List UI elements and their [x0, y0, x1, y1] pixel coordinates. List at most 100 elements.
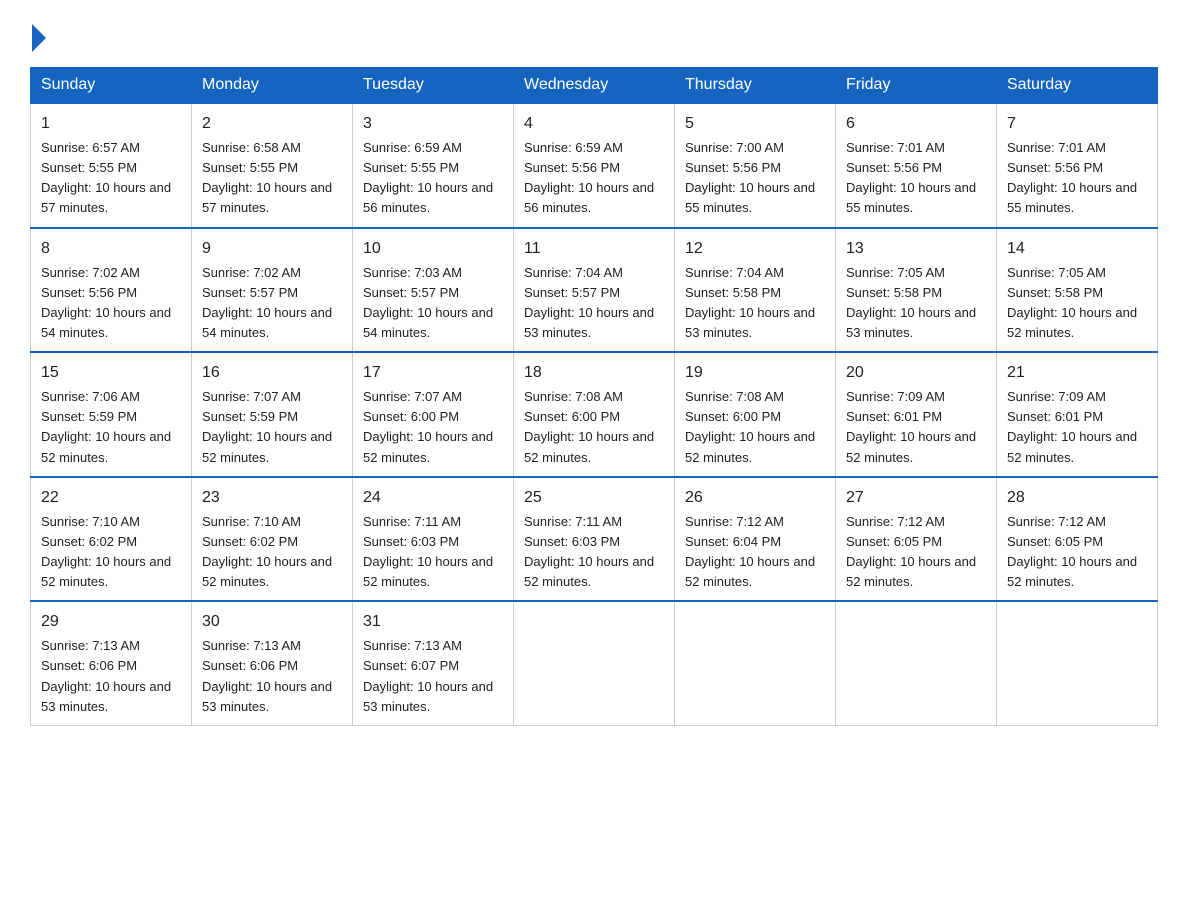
- day-info: Sunrise: 7:10 AMSunset: 6:02 PMDaylight:…: [202, 512, 342, 593]
- day-number: 5: [685, 112, 825, 136]
- day-info: Sunrise: 7:12 AMSunset: 6:05 PMDaylight:…: [846, 512, 986, 593]
- day-info: Sunrise: 7:07 AMSunset: 5:59 PMDaylight:…: [202, 387, 342, 468]
- day-info: Sunrise: 7:13 AMSunset: 6:06 PMDaylight:…: [41, 636, 181, 717]
- calendar-cell: 8Sunrise: 7:02 AMSunset: 5:56 PMDaylight…: [31, 228, 192, 353]
- calendar-cell: 5Sunrise: 7:00 AMSunset: 5:56 PMDaylight…: [675, 103, 836, 228]
- day-number: 28: [1007, 486, 1147, 510]
- day-number: 29: [41, 610, 181, 634]
- day-info: Sunrise: 7:05 AMSunset: 5:58 PMDaylight:…: [1007, 263, 1147, 344]
- day-info: Sunrise: 7:11 AMSunset: 6:03 PMDaylight:…: [524, 512, 664, 593]
- day-info: Sunrise: 7:13 AMSunset: 6:06 PMDaylight:…: [202, 636, 342, 717]
- calendar-week-row: 1Sunrise: 6:57 AMSunset: 5:55 PMDaylight…: [31, 103, 1158, 228]
- day-info: Sunrise: 7:13 AMSunset: 6:07 PMDaylight:…: [363, 636, 503, 717]
- calendar-week-row: 8Sunrise: 7:02 AMSunset: 5:56 PMDaylight…: [31, 228, 1158, 353]
- calendar-cell: 21Sunrise: 7:09 AMSunset: 6:01 PMDayligh…: [997, 352, 1158, 477]
- day-number: 10: [363, 237, 503, 261]
- day-info: Sunrise: 7:00 AMSunset: 5:56 PMDaylight:…: [685, 138, 825, 219]
- calendar-cell: [675, 601, 836, 725]
- calendar-header-row: SundayMondayTuesdayWednesdayThursdayFrid…: [31, 68, 1158, 104]
- day-number: 11: [524, 237, 664, 261]
- calendar-cell: 19Sunrise: 7:08 AMSunset: 6:00 PMDayligh…: [675, 352, 836, 477]
- calendar-cell: 2Sunrise: 6:58 AMSunset: 5:55 PMDaylight…: [192, 103, 353, 228]
- day-number: 1: [41, 112, 181, 136]
- day-number: 20: [846, 361, 986, 385]
- calendar-cell: 31Sunrise: 7:13 AMSunset: 6:07 PMDayligh…: [353, 601, 514, 725]
- calendar-cell: 25Sunrise: 7:11 AMSunset: 6:03 PMDayligh…: [514, 477, 675, 602]
- calendar-cell: 9Sunrise: 7:02 AMSunset: 5:57 PMDaylight…: [192, 228, 353, 353]
- day-header-monday: Monday: [192, 68, 353, 104]
- calendar-week-row: 15Sunrise: 7:06 AMSunset: 5:59 PMDayligh…: [31, 352, 1158, 477]
- day-info: Sunrise: 7:12 AMSunset: 6:05 PMDaylight:…: [1007, 512, 1147, 593]
- day-number: 9: [202, 237, 342, 261]
- day-number: 23: [202, 486, 342, 510]
- day-number: 27: [846, 486, 986, 510]
- day-info: Sunrise: 7:12 AMSunset: 6:04 PMDaylight:…: [685, 512, 825, 593]
- day-number: 14: [1007, 237, 1147, 261]
- calendar-cell: 23Sunrise: 7:10 AMSunset: 6:02 PMDayligh…: [192, 477, 353, 602]
- day-info: Sunrise: 7:11 AMSunset: 6:03 PMDaylight:…: [363, 512, 503, 593]
- day-header-friday: Friday: [836, 68, 997, 104]
- day-number: 31: [363, 610, 503, 634]
- calendar-cell: 1Sunrise: 6:57 AMSunset: 5:55 PMDaylight…: [31, 103, 192, 228]
- day-info: Sunrise: 6:59 AMSunset: 5:56 PMDaylight:…: [524, 138, 664, 219]
- day-header-thursday: Thursday: [675, 68, 836, 104]
- calendar-cell: 4Sunrise: 6:59 AMSunset: 5:56 PMDaylight…: [514, 103, 675, 228]
- calendar-cell: 16Sunrise: 7:07 AMSunset: 5:59 PMDayligh…: [192, 352, 353, 477]
- day-number: 16: [202, 361, 342, 385]
- day-number: 25: [524, 486, 664, 510]
- calendar-cell: 22Sunrise: 7:10 AMSunset: 6:02 PMDayligh…: [31, 477, 192, 602]
- calendar-cell: 29Sunrise: 7:13 AMSunset: 6:06 PMDayligh…: [31, 601, 192, 725]
- logo: [30, 20, 46, 47]
- calendar-week-row: 22Sunrise: 7:10 AMSunset: 6:02 PMDayligh…: [31, 477, 1158, 602]
- day-number: 15: [41, 361, 181, 385]
- day-header-tuesday: Tuesday: [353, 68, 514, 104]
- day-header-saturday: Saturday: [997, 68, 1158, 104]
- calendar-cell: 13Sunrise: 7:05 AMSunset: 5:58 PMDayligh…: [836, 228, 997, 353]
- day-info: Sunrise: 7:04 AMSunset: 5:58 PMDaylight:…: [685, 263, 825, 344]
- day-header-wednesday: Wednesday: [514, 68, 675, 104]
- page-header: [30, 20, 1158, 47]
- day-info: Sunrise: 7:01 AMSunset: 5:56 PMDaylight:…: [846, 138, 986, 219]
- day-number: 12: [685, 237, 825, 261]
- day-info: Sunrise: 7:02 AMSunset: 5:57 PMDaylight:…: [202, 263, 342, 344]
- day-number: 18: [524, 361, 664, 385]
- day-number: 8: [41, 237, 181, 261]
- calendar-table: SundayMondayTuesdayWednesdayThursdayFrid…: [30, 67, 1158, 726]
- day-info: Sunrise: 7:07 AMSunset: 6:00 PMDaylight:…: [363, 387, 503, 468]
- day-info: Sunrise: 6:57 AMSunset: 5:55 PMDaylight:…: [41, 138, 181, 219]
- calendar-cell: 6Sunrise: 7:01 AMSunset: 5:56 PMDaylight…: [836, 103, 997, 228]
- day-info: Sunrise: 7:04 AMSunset: 5:57 PMDaylight:…: [524, 263, 664, 344]
- day-number: 22: [41, 486, 181, 510]
- calendar-cell: 28Sunrise: 7:12 AMSunset: 6:05 PMDayligh…: [997, 477, 1158, 602]
- day-number: 6: [846, 112, 986, 136]
- day-info: Sunrise: 6:58 AMSunset: 5:55 PMDaylight:…: [202, 138, 342, 219]
- calendar-cell: [514, 601, 675, 725]
- calendar-cell: 20Sunrise: 7:09 AMSunset: 6:01 PMDayligh…: [836, 352, 997, 477]
- calendar-cell: 18Sunrise: 7:08 AMSunset: 6:00 PMDayligh…: [514, 352, 675, 477]
- day-info: Sunrise: 7:09 AMSunset: 6:01 PMDaylight:…: [1007, 387, 1147, 468]
- calendar-cell: [836, 601, 997, 725]
- day-number: 19: [685, 361, 825, 385]
- day-number: 2: [202, 112, 342, 136]
- calendar-cell: 11Sunrise: 7:04 AMSunset: 5:57 PMDayligh…: [514, 228, 675, 353]
- day-info: Sunrise: 7:08 AMSunset: 6:00 PMDaylight:…: [524, 387, 664, 468]
- day-info: Sunrise: 7:08 AMSunset: 6:00 PMDaylight:…: [685, 387, 825, 468]
- day-number: 17: [363, 361, 503, 385]
- calendar-cell: 30Sunrise: 7:13 AMSunset: 6:06 PMDayligh…: [192, 601, 353, 725]
- day-info: Sunrise: 7:02 AMSunset: 5:56 PMDaylight:…: [41, 263, 181, 344]
- calendar-cell: 14Sunrise: 7:05 AMSunset: 5:58 PMDayligh…: [997, 228, 1158, 353]
- calendar-cell: 15Sunrise: 7:06 AMSunset: 5:59 PMDayligh…: [31, 352, 192, 477]
- day-number: 24: [363, 486, 503, 510]
- calendar-cell: [997, 601, 1158, 725]
- day-number: 21: [1007, 361, 1147, 385]
- day-info: Sunrise: 7:10 AMSunset: 6:02 PMDaylight:…: [41, 512, 181, 593]
- day-header-sunday: Sunday: [31, 68, 192, 104]
- day-number: 3: [363, 112, 503, 136]
- calendar-cell: 3Sunrise: 6:59 AMSunset: 5:55 PMDaylight…: [353, 103, 514, 228]
- day-number: 13: [846, 237, 986, 261]
- day-info: Sunrise: 7:06 AMSunset: 5:59 PMDaylight:…: [41, 387, 181, 468]
- day-info: Sunrise: 7:05 AMSunset: 5:58 PMDaylight:…: [846, 263, 986, 344]
- day-number: 7: [1007, 112, 1147, 136]
- day-number: 4: [524, 112, 664, 136]
- day-info: Sunrise: 6:59 AMSunset: 5:55 PMDaylight:…: [363, 138, 503, 219]
